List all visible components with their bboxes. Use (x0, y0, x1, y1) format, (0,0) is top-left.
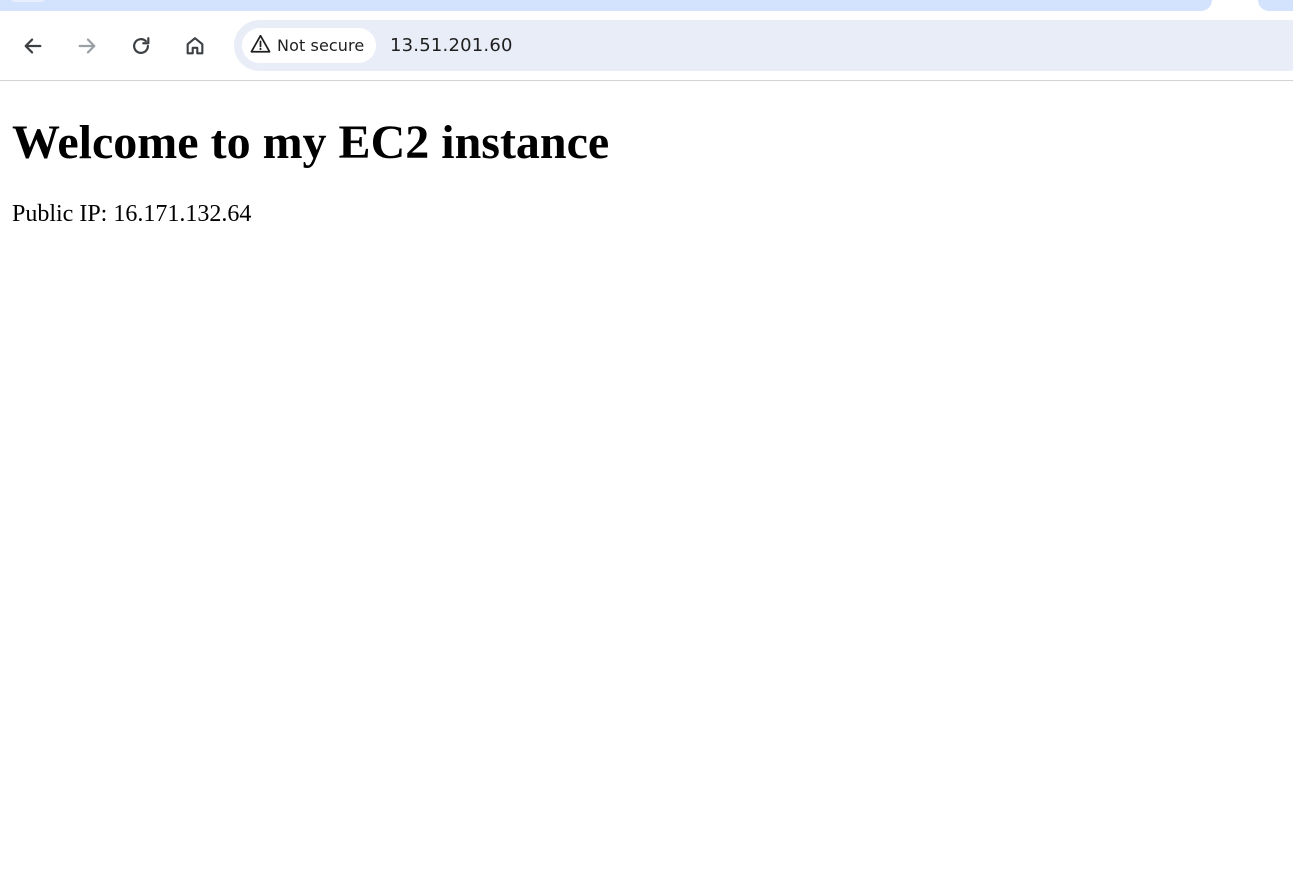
arrow-right-icon (76, 35, 98, 57)
new-tab-area[interactable] (1258, 0, 1293, 11)
active-tab[interactable] (0, 0, 1212, 11)
forward-button[interactable] (69, 28, 105, 64)
tab-strip (0, 0, 1293, 12)
browser-toolbar: Not secure 13.51.201.60 (0, 12, 1293, 81)
security-chip[interactable]: Not secure (242, 28, 377, 63)
warning-triangle-icon (250, 34, 271, 58)
url-text[interactable]: 13.51.201.60 (390, 20, 513, 71)
arrow-left-icon (22, 35, 44, 57)
back-button[interactable] (15, 28, 51, 64)
page-content: Welcome to my EC2 instance Public IP: 16… (0, 81, 1293, 874)
public-ip-text: Public IP: 16.171.132.64 (12, 201, 252, 227)
page-heading: Welcome to my EC2 instance (12, 116, 610, 169)
tab-edge (8, 0, 48, 2)
address-bar[interactable]: Not secure 13.51.201.60 (234, 20, 1293, 71)
reload-button[interactable] (123, 28, 159, 64)
security-chip-label: Not secure (277, 36, 365, 55)
reload-icon (130, 35, 152, 57)
home-button[interactable] (177, 28, 213, 64)
home-icon (184, 35, 206, 57)
